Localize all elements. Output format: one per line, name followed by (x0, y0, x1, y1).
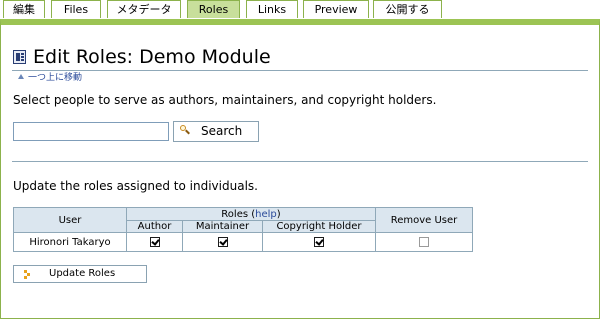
module-icon (13, 50, 26, 64)
search-button-label: Search (201, 124, 243, 138)
tab-publish[interactable]: 公開する (373, 0, 442, 18)
tab-links[interactable]: Links (246, 0, 298, 18)
tab-metadata[interactable]: メタデータ (107, 0, 181, 18)
roles-column-header: Roles (help) (126, 207, 376, 221)
magnifier-icon (180, 125, 190, 135)
remove-user-checkbox[interactable] (419, 236, 429, 247)
maintainer-cell (182, 232, 263, 252)
copyright-holder-checkbox[interactable] (314, 236, 324, 247)
copyright-holder-column-header: Copyright Holder (262, 220, 376, 233)
intro-text: Select people to serve as authors, maint… (13, 93, 437, 107)
up-arrow-icon (18, 74, 24, 79)
roles-table: User Roles (help) Remove User Author Mai… (13, 207, 473, 252)
author-column-header: Author (126, 220, 183, 233)
tab-edit[interactable]: 編集 (3, 0, 45, 18)
user-name-cell: Hironori Takaryo (13, 232, 127, 252)
roles-header-label: Roles (221, 208, 249, 220)
search-input[interactable] (13, 122, 169, 141)
up-one-level-label: 一つ上に移動 (28, 73, 83, 83)
up-one-level-link[interactable]: 一つ上に移動 (18, 72, 82, 84)
update-roles-label: Update Roles (49, 268, 116, 279)
author-checkbox[interactable] (149, 236, 160, 247)
maintainer-checkbox[interactable] (217, 236, 228, 247)
remove-user-cell (375, 232, 473, 252)
section-divider (12, 161, 588, 162)
maintainer-column-header: Maintainer (182, 220, 263, 233)
tab-files[interactable]: Files (51, 0, 101, 18)
remove-user-column-header: Remove User (375, 207, 473, 233)
help-close-paren: ) (276, 208, 281, 220)
update-intro-text: Update the roles assigned to individuals… (13, 179, 258, 193)
user-column-header: User (13, 207, 127, 233)
title-divider (12, 70, 588, 71)
table-row: Hironori Takaryo (13, 232, 473, 252)
tab-preview[interactable]: Preview (303, 0, 369, 18)
page-title: Edit Roles: Demo Module (33, 46, 271, 68)
arrow-icon (24, 270, 32, 279)
update-roles-button[interactable]: Update Roles (13, 265, 147, 283)
copyright-holder-cell (262, 232, 376, 252)
tab-roles[interactable]: Roles (187, 0, 240, 18)
search-button[interactable]: Search (173, 121, 259, 142)
roles-help-link[interactable]: help (255, 209, 277, 220)
author-cell (126, 232, 183, 252)
